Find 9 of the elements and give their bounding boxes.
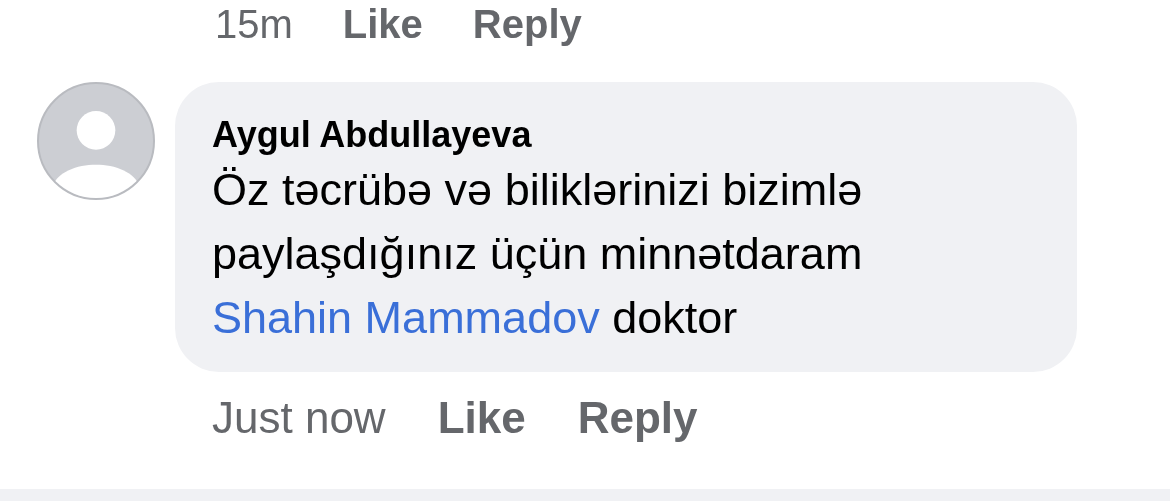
reply-link[interactable]: Reply <box>577 392 698 444</box>
comment-time: 15m <box>215 1 293 48</box>
mention-link[interactable]: Shahin Mammadov <box>212 292 600 343</box>
author-name: Aygul Abdullayeva <box>212 113 533 157</box>
reply-link[interactable]: Reply <box>472 0 582 48</box>
like-link[interactable]: Like <box>342 0 423 48</box>
comment-text: Öz təcrübə və biliklərinizi bizimlə paylaşdığınız üçün minnətdaram Shahin Mammadov doktor <box>212 163 864 345</box>
like-link[interactable]: Like <box>437 392 526 444</box>
comment-time: Just now <box>212 392 386 444</box>
